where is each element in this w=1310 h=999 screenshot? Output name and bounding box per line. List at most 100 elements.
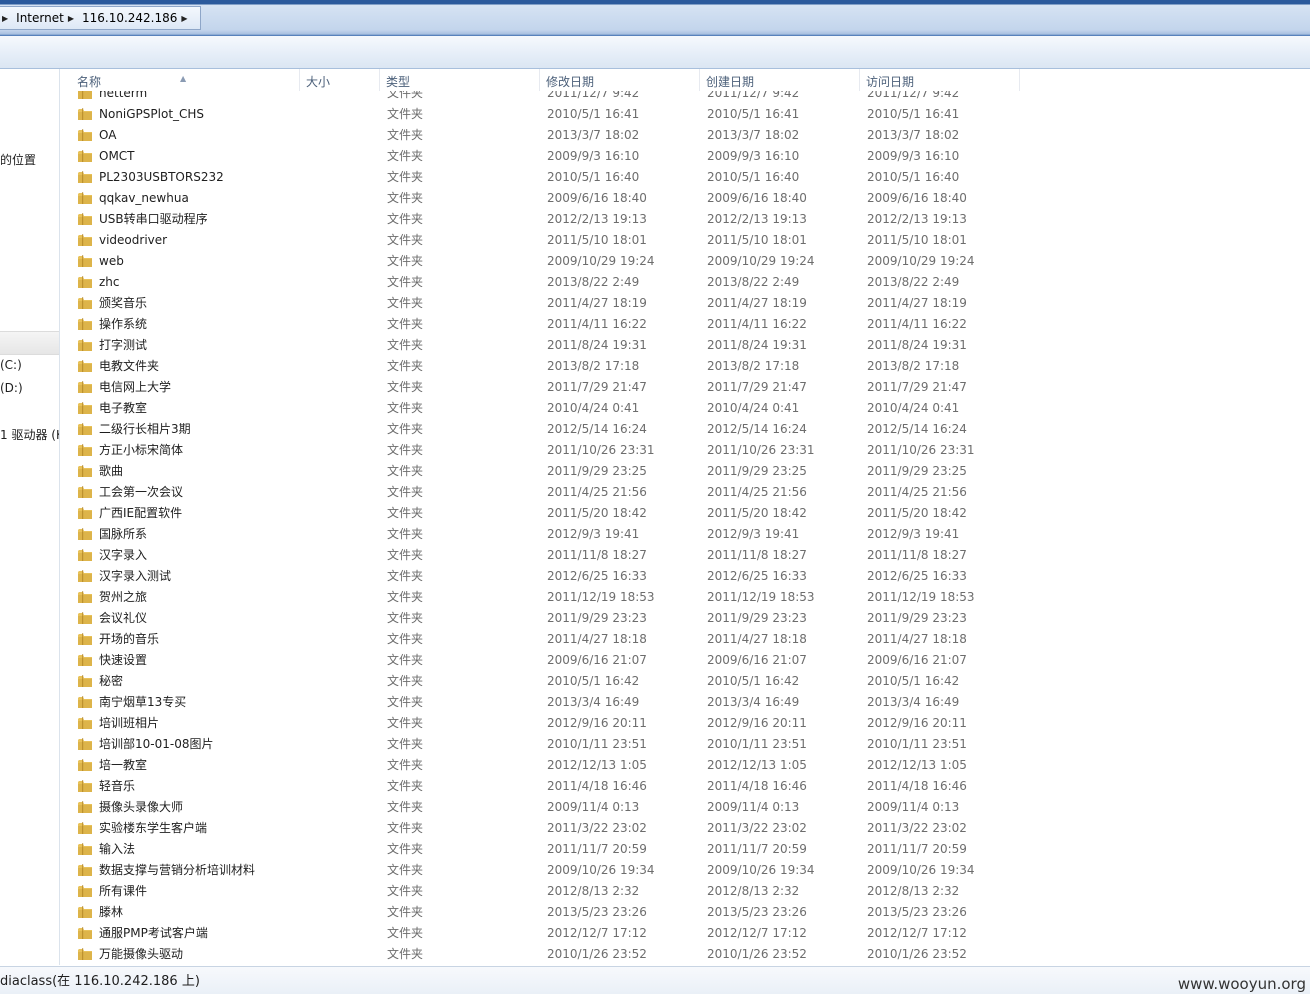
file-accessed-date: 2012/12/7 17:12: [867, 926, 967, 940]
file-row[interactable]: NoniGPSPlot_CHS 文件夹 2010/5/1 16:41 2010/5/1…: [60, 104, 1310, 125]
breadcrumb-item-internet[interactable]: Internet: [14, 11, 66, 25]
file-type: 文件夹: [387, 947, 424, 961]
file-row[interactable]: OMCT 文件夹 2009/9/3 16:10 2009/9/3 16:10 2009/…: [60, 146, 1310, 167]
file-modified-date: 2012/9/16 20:11: [547, 716, 647, 730]
file-accessed-date: 2011/3/22 23:02: [867, 821, 967, 835]
file-row[interactable]: PL2303USBTORS232 文件夹 2010/5/1 16:40 2010/5/…: [60, 167, 1310, 188]
file-row[interactable]: 会议礼仪 文件夹 2011/9/29 23:23 2011/9/29 23:23 201…: [60, 608, 1310, 629]
file-modified-date: 2009/9/3 16:10: [547, 149, 640, 163]
file-row[interactable]: 轻音乐 文件夹 2011/4/18 16:46 2011/4/18 16:46 2011…: [60, 776, 1310, 797]
file-row[interactable]: 电子教室 文件夹 2010/4/24 0:41 2010/4/24 0:41 2010/…: [60, 398, 1310, 419]
file-row[interactable]: 打字测试 文件夹 2011/8/24 19:31 2011/8/24 19:31 201…: [60, 335, 1310, 356]
file-type: 文件夹: [387, 191, 424, 205]
file-row[interactable]: web 文件夹 2009/10/29 19:24 2009/10/29 19:24 20…: [60, 251, 1310, 272]
column-header-accessed[interactable]: 访问日期: [860, 69, 1020, 91]
column-header-size-label: 大小: [306, 75, 331, 89]
file-row[interactable]: 培训班相片 文件夹 2012/9/16 20:11 2012/9/16 20:11 20…: [60, 713, 1310, 734]
file-row[interactable]: 二级行长相片3期 文件夹 2012/5/14 16:24 2012/5/14 16:2…: [60, 419, 1310, 440]
file-type: 文件夹: [387, 443, 424, 457]
file-row[interactable]: videodriver 文件夹 2011/5/10 18:01 2011/5/10 1…: [60, 230, 1310, 251]
file-row[interactable]: USB转串口驱动程序 文件夹 2012/2/13 19:13 2012/2/13 19…: [60, 209, 1310, 230]
file-row[interactable]: 颁奖音乐 文件夹 2011/4/27 18:19 2011/4/27 18:19 201…: [60, 293, 1310, 314]
file-modified-date: 2012/8/13 2:32: [547, 884, 640, 898]
file-name: USB转串口驱动程序: [99, 212, 208, 226]
breadcrumb-separator-icon[interactable]: ▶: [179, 14, 193, 23]
file-modified-date: 2011/10/26 23:31: [547, 443, 655, 457]
address-bar: ▶ Internet ▶ 116.10.242.186 ▶: [0, 0, 1310, 36]
file-row[interactable]: 国脉所系 文件夹 2012/9/3 19:41 2012/9/3 19:41 2012/…: [60, 524, 1310, 545]
column-header-size[interactable]: 大小: [300, 69, 380, 91]
file-row[interactable]: 操作系统 文件夹 2011/4/11 16:22 2011/4/11 16:22 201…: [60, 314, 1310, 335]
file-created-date: 2009/10/26 19:34: [707, 863, 815, 877]
file-modified-date: 2009/11/4 0:13: [547, 800, 640, 814]
file-row[interactable]: 汉字录入测试 文件夹 2012/6/25 16:33 2012/6/25 16:33 2…: [60, 566, 1310, 587]
file-type: 文件夹: [387, 212, 424, 226]
file-row[interactable]: 广西IE配置软件 文件夹 2011/5/20 18:42 2011/5/20 18:4…: [60, 503, 1310, 524]
file-row[interactable]: netterm 文件夹 2011/12/7 9:42 2011/12/7 9:42 20…: [60, 91, 1310, 104]
file-name: qqkav_newhua: [99, 191, 189, 205]
file-row[interactable]: 输入法 文件夹 2011/11/7 20:59 2011/11/7 20:59 2011…: [60, 839, 1310, 860]
file-accessed-date: 2009/6/16 21:07: [867, 653, 967, 667]
file-type: 文件夹: [387, 128, 424, 142]
file-name: 歌曲: [99, 464, 124, 478]
file-accessed-date: 2011/9/29 23:25: [867, 464, 967, 478]
file-row[interactable]: 通服PMP考试客户端 文件夹 2012/12/7 17:12 2012/12/7 17…: [60, 923, 1310, 944]
file-accessed-date: 2011/12/7 9:42: [867, 91, 960, 100]
file-accessed-date: 2011/11/8 18:27: [867, 548, 967, 562]
file-row[interactable]: zhc 文件夹 2013/8/22 2:49 2013/8/22 2:49 2013/8…: [60, 272, 1310, 293]
file-modified-date: 2010/5/1 16:41: [547, 107, 640, 121]
breadcrumb-arrow-icon[interactable]: ▶: [0, 14, 14, 23]
file-row[interactable]: 贺州之旅 文件夹 2011/12/19 18:53 2011/12/19 18:53 2…: [60, 587, 1310, 608]
folder-icon: [78, 402, 92, 414]
file-row[interactable]: 滕林 文件夹 2013/5/23 23:26 2013/5/23 23:26 2013/…: [60, 902, 1310, 923]
file-accessed-date: 2009/10/29 19:24: [867, 254, 975, 268]
file-row[interactable]: 电教文件夹 文件夹 2013/8/2 17:18 2013/8/2 17:18 2013…: [60, 356, 1310, 377]
file-row[interactable]: OA 文件夹 2013/3/7 18:02 2013/3/7 18:02 2013/3/…: [60, 125, 1310, 146]
column-header-type[interactable]: 类型: [380, 69, 540, 91]
breadcrumb-item-host[interactable]: 116.10.242.186: [80, 11, 179, 25]
nav-item[interactable]: (D:): [0, 381, 23, 395]
file-row[interactable]: 实验楼东学生客户端 文件夹 2011/3/22 23:02 2011/3/22 23:…: [60, 818, 1310, 839]
file-row[interactable]: 汉字录入 文件夹 2011/11/8 18:27 2011/11/8 18:27 201…: [60, 545, 1310, 566]
file-type: 文件夹: [387, 149, 424, 163]
file-created-date: 2012/5/14 16:24: [707, 422, 807, 436]
file-row[interactable]: 数据支撑与营销分析培训材料 文件夹 2009/10/26 19:34 2009/10/…: [60, 860, 1310, 881]
nav-item[interactable]: (C:): [0, 358, 22, 372]
file-name: 电子教室: [99, 401, 148, 415]
breadcrumb[interactable]: ▶ Internet ▶ 116.10.242.186 ▶: [0, 6, 201, 30]
file-created-date: 2011/9/29 23:25: [707, 464, 807, 478]
file-row[interactable]: 工会第一次会议 文件夹 2011/4/25 21:56 2011/4/25 21:56…: [60, 482, 1310, 503]
breadcrumb-separator-icon[interactable]: ▶: [66, 14, 80, 23]
file-row[interactable]: 万能摄像头驱动 文件夹 2010/1/26 23:52 2010/1/26 23:52…: [60, 944, 1310, 964]
file-type: 文件夹: [387, 338, 424, 352]
file-row[interactable]: 培训部10-01-08图片 文件夹 2010/1/11 23:51 2010/1/11…: [60, 734, 1310, 755]
file-row[interactable]: 电信网上大学 文件夹 2011/7/29 21:47 2011/7/29 21:47 2…: [60, 377, 1310, 398]
file-accessed-date: 2011/7/29 21:47: [867, 380, 967, 394]
navigation-pane[interactable]: 的位置 (C:) (D:) 1 驱动器 (K: [0, 69, 60, 965]
column-header-created[interactable]: 创建日期: [700, 69, 860, 91]
file-row[interactable]: qqkav_newhua 文件夹 2009/6/16 18:40 2009/6/16 …: [60, 188, 1310, 209]
file-row[interactable]: 南宁烟草13专买 文件夹 2013/3/4 16:49 2013/3/4 16:49 2…: [60, 692, 1310, 713]
file-modified-date: 2012/5/14 16:24: [547, 422, 647, 436]
file-row[interactable]: 培一教室 文件夹 2012/12/13 1:05 2012/12/13 1:05 201…: [60, 755, 1310, 776]
file-modified-date: 2013/8/2 17:18: [547, 359, 640, 373]
column-header-modified[interactable]: 修改日期: [540, 69, 700, 91]
folder-icon: [78, 255, 92, 267]
column-header-name[interactable]: 名称 ▲: [60, 69, 300, 91]
file-list[interactable]: netterm 文件夹 2011/12/7 9:42 2011/12/7 9:42 20…: [60, 91, 1310, 964]
file-row[interactable]: 歌曲 文件夹 2011/9/29 23:25 2011/9/29 23:25 2011/…: [60, 461, 1310, 482]
file-modified-date: 2010/4/24 0:41: [547, 401, 640, 415]
nav-item[interactable]: 的位置: [0, 151, 36, 168]
file-row[interactable]: 摄像头录像大师 文件夹 2009/11/4 0:13 2009/11/4 0:13 20…: [60, 797, 1310, 818]
file-row[interactable]: 秘密 文件夹 2010/5/1 16:42 2010/5/1 16:42 2010/5/…: [60, 671, 1310, 692]
nav-item[interactable]: 1 驱动器 (K: [0, 426, 59, 443]
file-row[interactable]: 所有课件 文件夹 2012/8/13 2:32 2012/8/13 2:32 2012/…: [60, 881, 1310, 902]
file-row[interactable]: 开场的音乐 文件夹 2011/4/27 18:18 2011/4/27 18:18 20…: [60, 629, 1310, 650]
file-modified-date: 2011/12/7 9:42: [547, 91, 640, 100]
file-created-date: 2012/9/3 19:41: [707, 527, 800, 541]
file-row[interactable]: 快速设置 文件夹 2009/6/16 21:07 2009/6/16 21:07 200…: [60, 650, 1310, 671]
file-type: 文件夹: [387, 527, 424, 541]
file-created-date: 2010/1/26 23:52: [707, 947, 807, 961]
file-name: 万能摄像头驱动: [99, 947, 184, 961]
file-row[interactable]: 方正小标宋简体 文件夹 2011/10/26 23:31 2011/10/26 23:…: [60, 440, 1310, 461]
